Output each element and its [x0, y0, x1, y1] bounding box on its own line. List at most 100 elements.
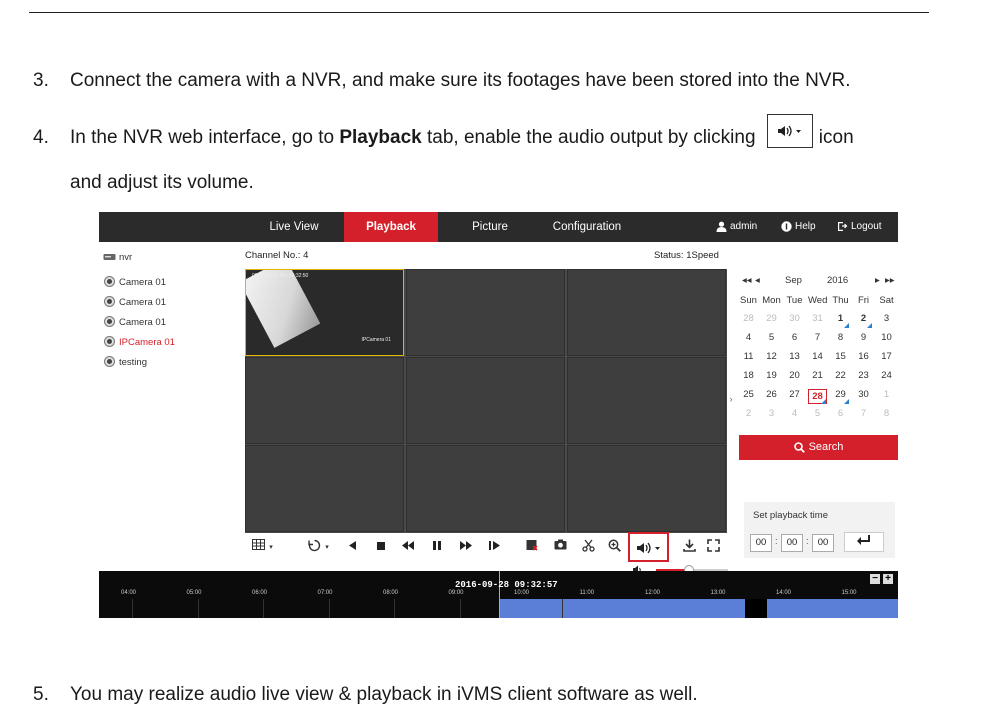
calendar-day[interactable]: 6 — [785, 332, 804, 343]
video-window-7[interactable] — [245, 445, 404, 532]
calendar-day[interactable]: 17 — [877, 351, 896, 362]
video-window-6[interactable] — [567, 357, 726, 444]
clip-icon[interactable] — [525, 539, 539, 557]
tree-item-camera-1[interactable]: Camera 01 — [105, 277, 166, 288]
tree-root[interactable]: nvr — [103, 252, 132, 263]
calendar-day[interactable]: 19 — [762, 370, 781, 381]
next-month-icon[interactable]: ▸ — [875, 275, 880, 286]
next-year-icon[interactable]: ▸▸ — [885, 275, 895, 286]
calendar-day[interactable]: 5 — [762, 332, 781, 343]
tab-configuration[interactable]: Configuration — [542, 212, 632, 242]
reverse-play-icon[interactable] — [347, 539, 359, 557]
calendar-day[interactable]: 2 — [739, 408, 758, 419]
calendar-day[interactable]: 18 — [739, 370, 758, 381]
dropdown-icon[interactable]: ▾ — [267, 539, 275, 557]
camera-icon — [105, 337, 114, 346]
calendar-day[interactable]: 4 — [785, 408, 804, 419]
step-4-text-mid: tab, enable the audio output by clicking — [421, 127, 756, 149]
tab-picture[interactable]: Picture — [438, 212, 542, 242]
zoom-out-button[interactable]: − — [870, 574, 880, 584]
video-window-4[interactable] — [245, 357, 404, 444]
video-window-8[interactable] — [406, 445, 565, 532]
capture-icon[interactable] — [553, 539, 567, 557]
tree-item-camera-2[interactable]: Camera 01 — [105, 297, 166, 308]
calendar-day[interactable]: 3 — [877, 313, 896, 324]
tree-item-camera-3[interactable]: Camera 01 — [105, 317, 166, 328]
timeline[interactable]: 2016-09-28 09:32:57 − + 04:00 05:00 06:00 0… — [99, 571, 898, 618]
pause-icon[interactable] — [431, 539, 443, 557]
calendar-day[interactable]: 29 — [762, 313, 781, 324]
dropdown-icon[interactable]: ▾ — [323, 539, 331, 557]
stop-icon[interactable] — [375, 539, 387, 557]
search-button[interactable]: Search — [739, 435, 898, 460]
prev-month-icon[interactable]: ◂ — [755, 275, 760, 286]
calendar-day[interactable]: 6 — [831, 408, 850, 419]
calendar-day[interactable]: 11 — [739, 351, 758, 362]
video-window-2[interactable] — [406, 269, 565, 356]
calendar-weekday: Mon — [762, 295, 781, 306]
single-frame-icon[interactable] — [487, 539, 501, 557]
calendar-day[interactable]: 12 — [762, 351, 781, 362]
video-window-9[interactable] — [567, 445, 726, 532]
enter-time-button[interactable] — [844, 532, 884, 552]
calendar-day[interactable]: 30 — [854, 389, 873, 400]
calendar-day[interactable]: 30 — [785, 313, 804, 324]
video-frame-image — [246, 270, 321, 348]
video-window-5[interactable] — [406, 357, 565, 444]
calendar-day[interactable]: 21 — [808, 370, 827, 381]
step-4-text-post: icon — [818, 127, 854, 149]
calendar-weekday: Sat — [879, 295, 894, 306]
calendar-day[interactable]: 27 — [785, 389, 804, 400]
hour-input[interactable]: 00 — [750, 534, 772, 552]
layout-icon[interactable] — [251, 539, 265, 557]
download-icon[interactable] — [681, 539, 697, 557]
logout-link[interactable]: Logout — [837, 212, 882, 242]
tab-live-view[interactable]: Live View — [244, 212, 344, 242]
calendar-day[interactable]: 3 — [762, 408, 781, 419]
tree-item-testing[interactable]: testing — [105, 357, 147, 368]
video-window-1[interactable]: 09-28-2016 Thu 09:32:50 IPCamera 01 — [245, 269, 404, 356]
calendar-day[interactable]: 7 — [854, 408, 873, 419]
prev-year-icon[interactable]: ◂◂ — [742, 275, 752, 286]
zoom-icon[interactable] — [607, 539, 621, 557]
timeline-cursor[interactable] — [499, 571, 500, 618]
user-menu[interactable]: admin — [716, 212, 757, 242]
calendar-day[interactable]: 25 — [739, 389, 758, 400]
calendar-day[interactable]: 1 — [877, 389, 896, 400]
calendar-day[interactable]: 16 — [854, 351, 873, 362]
calendar-day[interactable]: 5 — [808, 408, 827, 419]
calendar-day[interactable]: 14 — [808, 351, 827, 362]
video-window-3[interactable] — [567, 269, 726, 356]
tab-playback[interactable]: Playback — [344, 212, 438, 242]
calendar-day[interactable]: 8 — [831, 332, 850, 343]
second-input[interactable]: 00 — [812, 534, 834, 552]
calendar-day[interactable]: 15 — [831, 351, 850, 362]
audio-output-button[interactable] — [628, 532, 669, 562]
fullscreen-icon[interactable] — [705, 539, 721, 557]
rewind-segment-icon[interactable] — [307, 539, 321, 557]
scissors-icon[interactable] — [581, 539, 595, 557]
slow-icon[interactable] — [401, 539, 415, 557]
calendar-day[interactable]: 26 — [762, 389, 781, 400]
collapse-panel-handle[interactable]: › — [727, 384, 735, 414]
help-link[interactable]: Help — [781, 212, 816, 242]
timeline-label: 04:00 — [121, 590, 137, 596]
calendar-day[interactable]: 20 — [785, 370, 804, 381]
calendar-day[interactable]: 24 — [877, 370, 896, 381]
calendar-day[interactable]: 8 — [877, 408, 896, 419]
calendar-day[interactable]: 7 — [808, 332, 827, 343]
calendar-day[interactable]: 4 — [739, 332, 758, 343]
timeline-label: 13:00 — [710, 590, 726, 596]
logout-icon — [838, 221, 848, 231]
calendar-day[interactable]: 23 — [854, 370, 873, 381]
calendar-day[interactable]: 22 — [831, 370, 850, 381]
fast-icon[interactable] — [459, 539, 473, 557]
minute-input[interactable]: 00 — [781, 534, 803, 552]
calendar-day[interactable]: 13 — [785, 351, 804, 362]
calendar-day[interactable]: 9 — [854, 332, 873, 343]
calendar-day[interactable]: 28 — [739, 313, 758, 324]
calendar-day[interactable]: 10 — [877, 332, 896, 343]
zoom-in-button[interactable]: + — [883, 574, 893, 584]
calendar-day[interactable]: 31 — [808, 313, 827, 324]
tree-item-ipcamera[interactable]: IPCamera 01 — [105, 337, 175, 348]
